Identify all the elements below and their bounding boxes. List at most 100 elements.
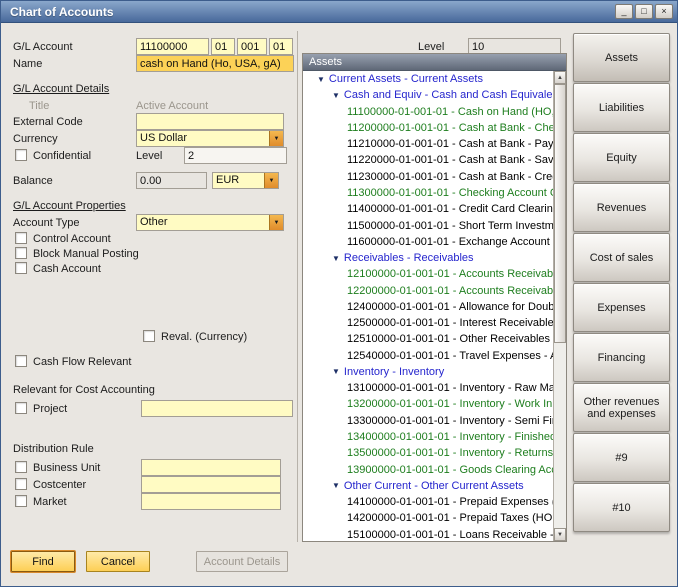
tree-item[interactable]: ▼Receivables - Receivables xyxy=(303,250,553,266)
name-label: Name xyxy=(13,55,42,72)
tree-item[interactable]: 11200000-01-001-01 - Cash at Bank - Chec… xyxy=(303,120,553,136)
tree-item[interactable]: 12100000-01-001-01 - Accounts Receivable… xyxy=(303,266,553,282)
tree-item[interactable]: 12510000-01-001-01 - Other Receivables (… xyxy=(303,331,553,347)
drawer-equity[interactable]: Equity xyxy=(573,133,670,182)
balance-currency-combo[interactable]: EUR ▼ xyxy=(212,172,279,189)
maximize-icon[interactable]: □ xyxy=(635,4,653,19)
tree-item[interactable]: 12540000-01-001-01 - Travel Expenses - A… xyxy=(303,348,553,364)
tree-item[interactable]: ▼Current Assets - Current Assets xyxy=(303,71,553,87)
scroll-up-icon[interactable]: ▲ xyxy=(554,71,566,84)
tree-item[interactable]: 12500000-01-001-01 - Interest Receivable… xyxy=(303,315,553,331)
close-icon[interactable]: × xyxy=(655,4,673,19)
tree-item[interactable]: 13100000-01-001-01 - Inventory - Raw Mat… xyxy=(303,380,553,396)
chevron-down-icon[interactable]: ▼ xyxy=(269,215,283,230)
gl-account-segment-1[interactable] xyxy=(136,38,209,55)
tree-item-label: 15100000-01-001-01 - Loans Receivable - … xyxy=(347,529,553,541)
level-input[interactable] xyxy=(184,147,287,164)
tree-item[interactable]: 12200000-01-001-01 - Accounts Receivable… xyxy=(303,282,553,298)
scrollbar-thumb[interactable] xyxy=(554,84,566,343)
tree-item[interactable]: ▼ Other Current - Other Current Assets xyxy=(303,478,553,494)
tree-item[interactable]: 15100000-01-001-01 - Loans Receivable - … xyxy=(303,526,553,541)
drawer-liabilities[interactable]: Liabilities xyxy=(573,83,670,132)
panel-splitter[interactable] xyxy=(297,31,298,542)
market-input[interactable] xyxy=(141,493,281,510)
control-account-checkbox[interactable] xyxy=(15,232,27,244)
active-account-label: Active Account xyxy=(136,97,208,114)
tree-item[interactable]: 13400000-01-001-01 - Inventory - Finishe… xyxy=(303,429,553,445)
account-type-combo[interactable]: Other ▼ xyxy=(136,214,284,231)
reval-currency-checkbox[interactable] xyxy=(143,330,155,342)
gl-account-segment-2[interactable] xyxy=(211,38,235,55)
gl-account-segment-3[interactable] xyxy=(237,38,267,55)
tree-item-label: Other Current - Other Current Assets xyxy=(344,480,524,492)
drawer-financing[interactable]: Financing xyxy=(573,333,670,382)
tree-item-label: 11300000-01-001-01 - Checking Account Cl… xyxy=(347,187,553,199)
drawer-label: Assets xyxy=(605,52,638,64)
gl-account-segment-4[interactable] xyxy=(269,38,293,55)
balance-currency-value: EUR xyxy=(213,173,264,188)
drawer-label: Cost of sales xyxy=(590,252,654,264)
drawer-label: Expenses xyxy=(597,302,645,314)
tree-item[interactable]: 11300000-01-001-01 - Checking Account Cl… xyxy=(303,185,553,201)
tree-scrollbar[interactable]: ▲ ▼ xyxy=(553,71,566,541)
costcenter-checkbox[interactable] xyxy=(15,478,27,490)
tree-item-label: 13200000-01-001-01 - Inventory - Work In xyxy=(347,398,552,410)
block-manual-posting-checkbox[interactable] xyxy=(15,247,27,259)
collapse-icon[interactable]: ▼ xyxy=(332,254,340,263)
collapse-icon[interactable]: ▼ xyxy=(332,367,340,376)
drawer-revenues[interactable]: Revenues xyxy=(573,183,670,232)
collapse-icon[interactable]: ▼ xyxy=(332,91,340,100)
collapse-icon[interactable]: ▼ xyxy=(332,481,340,490)
minimize-icon[interactable]: _ xyxy=(615,4,633,19)
level-label: Level xyxy=(136,147,162,164)
business-unit-checkbox[interactable] xyxy=(15,461,27,473)
collapse-icon[interactable]: ▼ xyxy=(317,75,325,84)
confidential-checkbox[interactable] xyxy=(15,149,27,161)
drawer-other-revenues-and-expenses[interactable]: Other revenues and expenses xyxy=(573,383,670,432)
drawer--9[interactable]: #9 xyxy=(573,433,670,482)
drawer-expenses[interactable]: Expenses xyxy=(573,283,670,332)
drawer-assets[interactable]: Assets xyxy=(573,33,670,82)
costcenter-input[interactable] xyxy=(141,476,281,493)
account-type-value: Other xyxy=(137,215,269,230)
tree-item[interactable]: 14100000-01-001-01 - Prepaid Expenses (H… xyxy=(303,494,553,510)
drawer--10[interactable]: #10 xyxy=(573,483,670,532)
cash-account-checkbox[interactable] xyxy=(15,262,27,274)
chevron-down-icon[interactable]: ▼ xyxy=(269,131,283,146)
tree-item[interactable]: 13300000-01-001-01 - Inventory - Semi Fi… xyxy=(303,413,553,429)
window-title: Chart of Accounts xyxy=(5,5,613,19)
cash-flow-relevant-checkbox[interactable] xyxy=(15,355,27,367)
tree-item[interactable]: 14200000-01-001-01 - Prepaid Taxes (HO, … xyxy=(303,510,553,526)
market-checkbox[interactable] xyxy=(15,495,27,507)
tree-item[interactable]: 11500000-01-001-01 - Short Term Investme… xyxy=(303,217,553,233)
tree-item[interactable]: 13500000-01-001-01 - Inventory - Returns… xyxy=(303,445,553,461)
tree-item[interactable]: 11400000-01-001-01 - Credit Card Clearin… xyxy=(303,201,553,217)
chart-of-accounts-window: Chart of Accounts _ □ × G/L Account Leve… xyxy=(0,0,678,587)
cash-account-label: Cash Account xyxy=(33,260,101,277)
tree-item[interactable]: ▼Inventory - Inventory xyxy=(303,364,553,380)
business-unit-input[interactable] xyxy=(141,459,281,476)
project-label: Project xyxy=(33,400,67,417)
drawer-cost-of-sales[interactable]: Cost of sales xyxy=(573,233,670,282)
tree-item[interactable]: 12400000-01-001-01 - Allowance for Doubt… xyxy=(303,299,553,315)
tree-item[interactable]: 13900000-01-001-01 - Goods Clearing Acco… xyxy=(303,461,553,477)
tree-item[interactable]: 13200000-01-001-01 - Inventory - Work In xyxy=(303,396,553,412)
currency-value: US Dollar xyxy=(137,131,269,146)
chevron-down-icon[interactable]: ▼ xyxy=(264,173,278,188)
project-input[interactable] xyxy=(141,400,293,417)
tree-item[interactable]: 11600000-01-001-01 - Exchange Account (H xyxy=(303,234,553,250)
name-input[interactable] xyxy=(136,55,294,72)
tree-item[interactable]: 11230000-01-001-01 - Cash at Bank - Cred… xyxy=(303,169,553,185)
tree-item[interactable]: 11100000-01-001-01 - Cash on Hand (HO, U xyxy=(303,104,553,120)
find-button[interactable]: Find xyxy=(11,551,75,572)
tree-item[interactable]: 11210000-01-001-01 - Cash at Bank - Payr… xyxy=(303,136,553,152)
cancel-button[interactable]: Cancel xyxy=(86,551,150,572)
project-checkbox[interactable] xyxy=(15,402,27,414)
tree-item[interactable]: 11220000-01-001-01 - Cash at Bank - Savi… xyxy=(303,152,553,168)
currency-combo[interactable]: US Dollar ▼ xyxy=(136,130,284,147)
external-code-input[interactable] xyxy=(136,113,284,130)
drawer-label: #9 xyxy=(615,452,627,464)
scroll-down-icon[interactable]: ▼ xyxy=(554,528,566,541)
balance-input[interactable] xyxy=(136,172,207,189)
tree-item[interactable]: ▼Cash and Equiv - Cash and Cash Equivale… xyxy=(303,87,553,103)
